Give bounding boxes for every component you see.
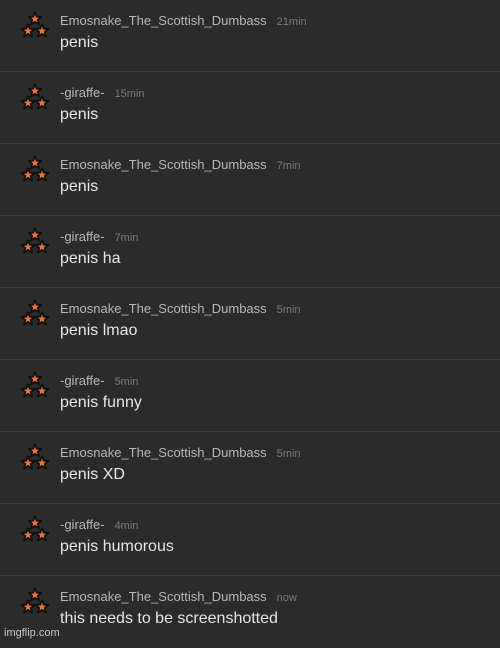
star-triangle-icon[interactable] <box>20 226 50 256</box>
message-author[interactable]: Emosnake_The_Scottish_Dumbass <box>60 301 267 316</box>
message-time: 5min <box>276 448 301 460</box>
message-text: penis lmao <box>60 322 138 339</box>
message-meta: Emosnake_The_Scottish_Dumbass 5min <box>60 444 301 462</box>
star-triangle-icon[interactable] <box>20 82 50 112</box>
message-meta: -giraffe- 5min <box>60 372 138 390</box>
message-author[interactable]: -giraffe- <box>60 517 105 532</box>
message-text: penis <box>60 106 99 123</box>
message-author[interactable]: -giraffe- <box>60 229 105 244</box>
imgflip-watermark: imgflip.com <box>4 627 60 639</box>
star-triangle-icon[interactable] <box>20 10 50 40</box>
message-meta: -giraffe- 4min <box>60 516 138 534</box>
message-time: 15min <box>114 88 145 100</box>
chat-message: -giraffe- 4min penis humorous <box>0 504 500 576</box>
message-text: penis humorous <box>60 538 174 555</box>
message-meta: Emosnake_The_Scottish_Dumbass 7min <box>60 156 301 174</box>
message-time: 4min <box>114 520 139 532</box>
message-text: penis funny <box>60 394 142 411</box>
chat-message: -giraffe- 7min penis ha <box>0 216 500 288</box>
chat-message: Emosnake_The_Scottish_Dumbass 7min penis <box>0 144 500 216</box>
star-triangle-icon[interactable] <box>20 298 50 328</box>
chat-message: Emosnake_The_Scottish_Dumbass 21min penis <box>0 0 500 72</box>
message-meta: -giraffe- 7min <box>60 228 138 246</box>
message-text: penis <box>60 178 99 195</box>
message-time: 5min <box>276 304 301 316</box>
message-text: penis ha <box>60 250 121 267</box>
chat-message: -giraffe- 5min penis funny <box>0 360 500 432</box>
message-text: penis XD <box>60 466 125 483</box>
star-triangle-icon[interactable] <box>20 442 50 472</box>
message-time: 7min <box>114 232 139 244</box>
message-author[interactable]: Emosnake_The_Scottish_Dumbass <box>60 13 267 28</box>
message-time: 5min <box>114 376 139 388</box>
message-meta: Emosnake_The_Scottish_Dumbass 21min <box>60 12 307 30</box>
message-time: 21min <box>276 16 307 28</box>
chat-message: Emosnake_The_Scottish_Dumbass now this ne… <box>0 576 500 648</box>
star-triangle-icon[interactable] <box>20 514 50 544</box>
message-text: penis <box>60 34 99 51</box>
chat-message: -giraffe- 15min penis <box>0 72 500 144</box>
message-time: now <box>276 592 297 604</box>
star-triangle-icon[interactable] <box>20 370 50 400</box>
message-author[interactable]: -giraffe- <box>60 85 105 100</box>
message-text: this needs to be screenshotted <box>60 610 278 627</box>
message-author[interactable]: Emosnake_The_Scottish_Dumbass <box>60 157 267 172</box>
message-author[interactable]: Emosnake_The_Scottish_Dumbass <box>60 445 267 460</box>
message-meta: Emosnake_The_Scottish_Dumbass 5min <box>60 300 301 318</box>
message-meta: -giraffe- 15min <box>60 84 145 102</box>
message-meta: Emosnake_The_Scottish_Dumbass now <box>60 588 297 606</box>
chat-message: Emosnake_The_Scottish_Dumbass 5min penis … <box>0 432 500 504</box>
message-author[interactable]: Emosnake_The_Scottish_Dumbass <box>60 589 267 604</box>
star-triangle-icon[interactable] <box>20 154 50 184</box>
star-triangle-icon[interactable] <box>20 586 50 616</box>
message-time: 7min <box>276 160 301 172</box>
chat-feed: Emosnake_The_Scottish_Dumbass 21min penis… <box>0 0 500 648</box>
chat-message: Emosnake_The_Scottish_Dumbass 5min penis … <box>0 288 500 360</box>
message-author[interactable]: -giraffe- <box>60 373 105 388</box>
